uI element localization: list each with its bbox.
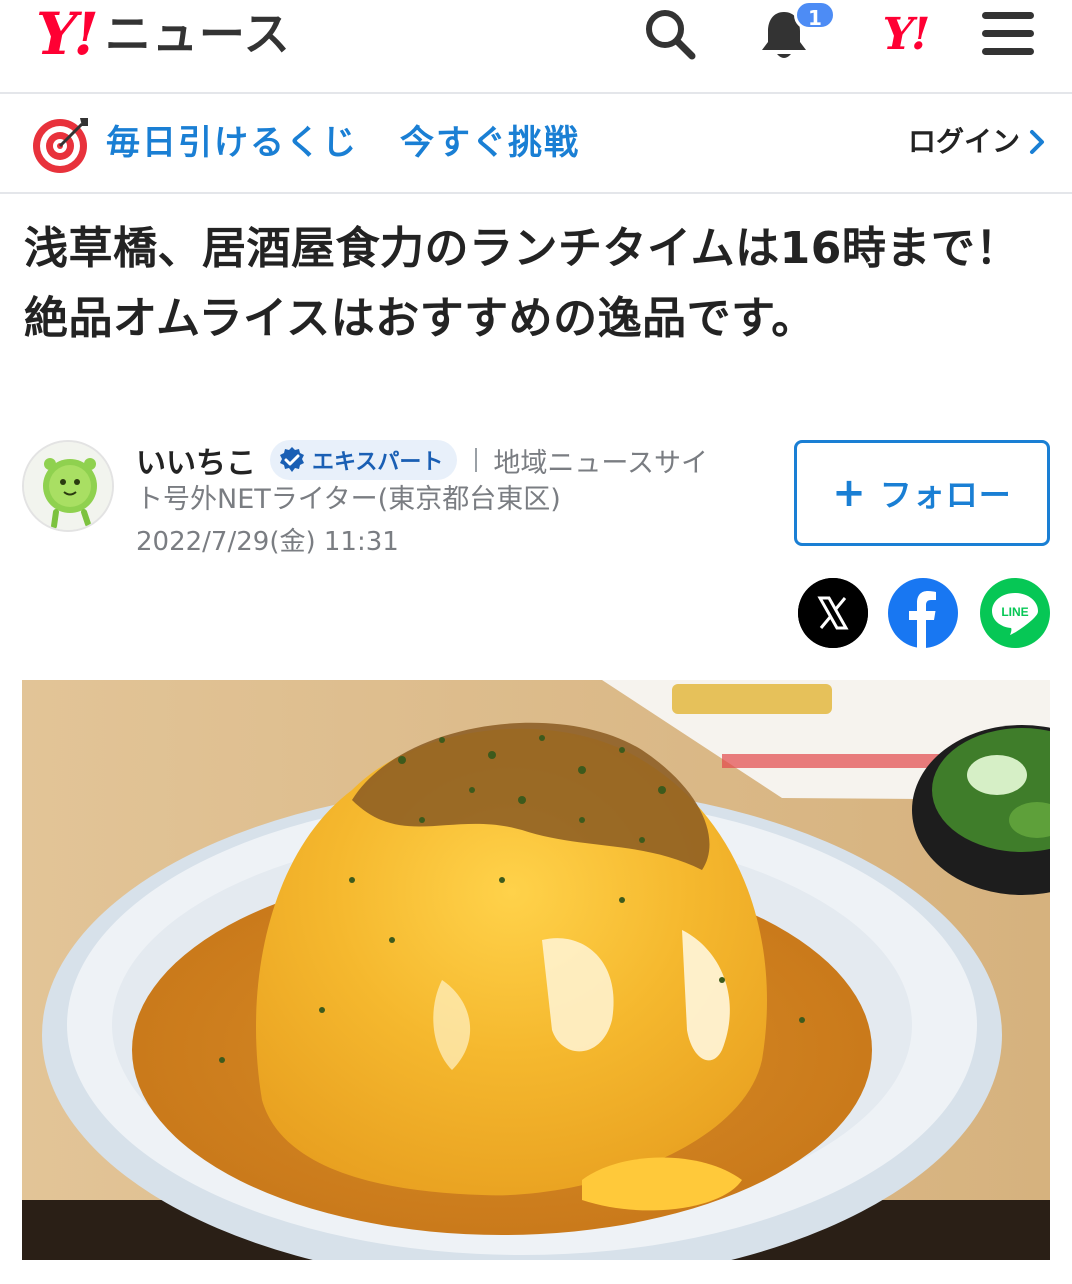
daily-lottery-bar[interactable]: 毎日引けるくじ 今すぐ挑戦 ログイン — [0, 96, 1072, 194]
line-label: LINE — [1001, 605, 1028, 619]
author-line: いいちこ エキスパート 地域ニュースサイ — [136, 438, 776, 482]
menu-icon[interactable] — [976, 2, 1040, 66]
target-icon — [30, 114, 90, 174]
expert-badge: エキスパート — [270, 440, 458, 480]
lottery-label: 毎日引けるくじ — [106, 123, 358, 163]
yahoo-japan-icon[interactable]: Y! — [860, 2, 950, 66]
author-name[interactable]: いいちこ — [136, 438, 256, 482]
lottery-cta: 今すぐ挑戦 — [400, 123, 580, 163]
facebook-icon — [888, 578, 958, 648]
plus-icon: + — [832, 470, 866, 516]
top-header: Y! ニュース 1 Y! — [0, 0, 1072, 94]
follow-label: フォロー — [879, 476, 1012, 514]
publish-date: 2022/7/29(金) 11:31 — [136, 527, 399, 557]
search-icon[interactable] — [638, 2, 702, 66]
article-title: 浅草橋、居酒屋食力のランチタイムは16時まで！ 絶品オムライスはおすすめの逸品で… — [24, 223, 1020, 344]
verified-check-icon — [280, 447, 304, 472]
author-affiliation-2: ト号外NETライター(東京都台東区) — [136, 484, 561, 515]
yahoo-mark: Y! — [882, 8, 931, 60]
line-icon: LINE — [980, 578, 1050, 648]
x-share-button[interactable] — [798, 578, 868, 648]
login-label: ログイン — [907, 125, 1020, 158]
author-affiliation-1: 地域ニュースサイ — [493, 447, 708, 479]
author-avatar[interactable] — [22, 440, 114, 532]
x-icon — [798, 578, 868, 648]
author-info: いいちこ エキスパート 地域ニュースサイ ト号外NETライター(東京都台東区) … — [136, 440, 776, 562]
follow-button[interactable]: + フォロー — [794, 440, 1050, 546]
notification-badge: 1 — [794, 0, 836, 30]
logo-mark: Y! — [36, 0, 99, 68]
line-share-button[interactable]: LINE — [980, 578, 1050, 648]
divider — [475, 448, 478, 472]
yahoo-news-logo[interactable]: Y! ニュース — [36, 4, 291, 64]
chevron-right-icon — [1030, 130, 1044, 154]
facebook-share-button[interactable] — [888, 578, 958, 648]
login-link[interactable]: ログイン — [908, 122, 1046, 162]
omurice-image — [22, 680, 1050, 1260]
lottery-text[interactable]: 毎日引けるくじ 今すぐ挑戦 — [106, 118, 580, 168]
expert-label: エキスパート — [312, 450, 444, 475]
logo-text: ニュース — [104, 7, 291, 61]
article-photo — [22, 680, 1050, 1260]
